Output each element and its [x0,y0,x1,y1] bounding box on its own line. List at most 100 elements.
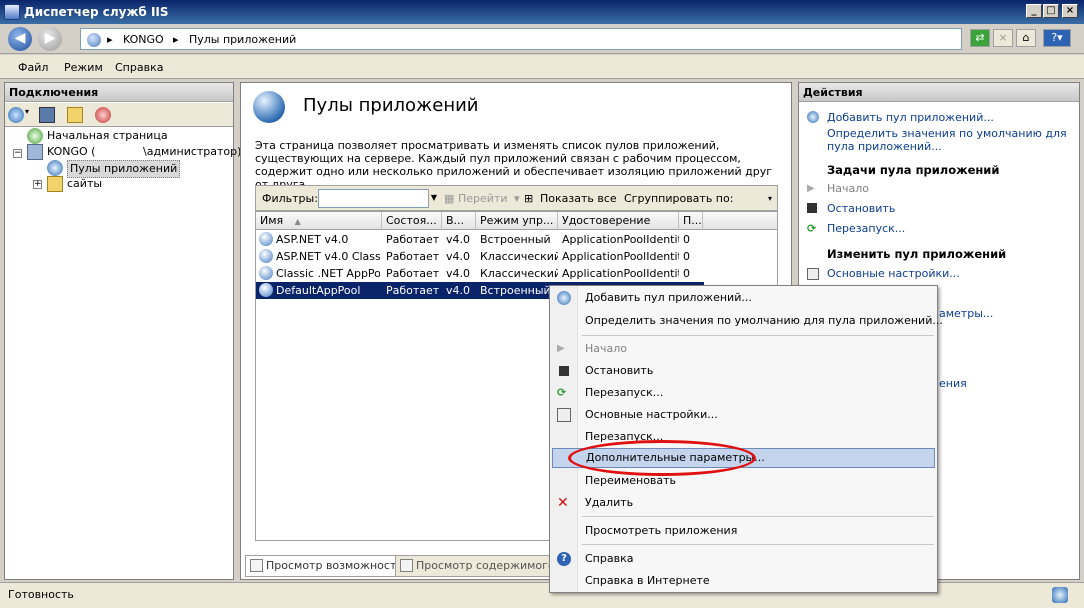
disconnect-icon[interactable] [95,107,111,123]
cell-status: Работает [386,233,440,246]
delete-icon: ✕ [557,495,569,511]
start-icon: ▶ [807,183,815,194]
save-icon[interactable] [39,107,55,123]
back-button[interactable]: ◀ [8,27,32,51]
server-icon [87,33,101,47]
scroll-down-icon[interactable]: ▾ [768,194,772,203]
column-applications[interactable]: П... [679,212,703,230]
go-icon: ▦ [444,192,455,205]
stop-icon[interactable]: × [993,29,1013,47]
connect-icon[interactable] [8,107,24,123]
recycle-icon: ⟳ [557,386,567,399]
collapse-server-toggle[interactable]: − [13,149,22,158]
grid-header: Имя ▲ Состоя... В... Режим упр... Удосто… [256,212,777,230]
address-field[interactable]: ▸ KONGO ▸ Пулы приложений [80,28,962,50]
tab-content-view[interactable]: Просмотр содержимого [395,555,560,577]
column-status[interactable]: Состоя... [382,212,442,230]
app-pool-icon [259,283,273,297]
ctx-start[interactable]: ▶ Начало [552,339,935,359]
expand-sites-toggle[interactable]: + [33,180,42,189]
features-view-icon [250,559,263,572]
folder-icon[interactable] [67,107,83,123]
cell-name: Classic .NET AppPool [276,267,380,280]
action-add-pool[interactable]: Добавить пул приложений... [827,111,994,124]
cell-mode: Встроенный [480,233,551,246]
ctx-view-apps[interactable]: Просмотреть приложения [552,521,935,541]
page-title: Пулы приложений [303,95,479,116]
show-all-button[interactable]: Показать все [540,192,617,205]
ctx-online-help[interactable]: Справка в Интернете [552,571,935,591]
cell-apps: 0 [683,250,690,263]
cell-name: ASP.NET v4.0 Classic [276,250,380,263]
ctx-rename[interactable]: Переименовать [552,471,935,491]
menu-file[interactable]: Файл [18,61,48,74]
column-identity[interactable]: Удостоверение [558,212,679,230]
go-button[interactable]: Перейти [458,192,508,205]
column-version[interactable]: В... [442,212,476,230]
action-start[interactable]: Начало [827,182,869,195]
forward-button[interactable]: ▶ [38,27,62,51]
menu-separator [582,335,934,336]
minimize-button[interactable]: _ [1026,4,1042,18]
action-recycle[interactable]: Перезапуск... [827,222,905,235]
help-icon[interactable]: ?▾ [1043,29,1071,47]
status-text: Готовность [8,588,74,601]
breadcrumb-server[interactable]: KONGO [123,33,164,46]
table-row[interactable]: ASP.NET v4.0 Classic Работает v4.0 Классиче… [256,248,704,265]
action-basic-settings[interactable]: Основные настройки... [827,267,960,280]
tab-features-view[interactable]: Просмотр возможностей [245,555,416,577]
actions-header: Действия [799,83,1079,102]
window-title: Диспетчер служб IIS [24,5,169,19]
server-icon [27,144,43,160]
home-icon[interactable]: ⌂ [1016,29,1036,47]
column-pipeline-mode[interactable]: Режим упр... [476,212,558,230]
cell-status: Работает [386,267,440,280]
ctx-help[interactable]: ? Справка [552,549,935,569]
ctx-remove[interactable]: ✕ Удалить [552,493,935,513]
action-view-apps[interactable]: ения [939,377,967,390]
action-stop[interactable]: Остановить [827,202,895,215]
filter-dropdown-icon[interactable]: ▼ [428,189,439,208]
breadcrumb-app-pools[interactable]: Пулы приложений [189,33,296,46]
help-icon: ? [557,552,571,566]
table-row[interactable]: Classic .NET AppPool Работает v4.0 Классиче… [256,265,704,282]
connections-header: Подключения [5,83,233,102]
column-name[interactable]: Имя ▲ [256,212,382,230]
page-description: Эта страница позволяет просматривать и и… [255,139,773,191]
cell-mode: Классический [480,250,558,263]
ctx-add-pool[interactable]: Добавить пул приложений... [552,288,935,308]
app-pool-icon [259,249,273,263]
basic-settings-icon [807,268,819,280]
menu-view[interactable]: Режим [64,61,103,74]
chevron-right-icon: ▸ [107,33,113,46]
start-icon: ▶ [557,343,565,354]
filter-bar: Фильтры: ▼ ▦ Перейти ▾ ⊞ Показать все Сг… [255,185,778,211]
action-set-defaults[interactable]: Определить значения по умолчанию для пул… [827,127,1077,153]
close-button[interactable]: × [1062,4,1078,18]
chevron-right-icon: ▸ [173,33,179,46]
cell-version: v4.0 [446,250,471,263]
ctx-recycle[interactable]: ⟳ Перезапуск... [552,383,935,403]
refresh-connections-icon[interactable]: ⇄ [970,29,990,47]
cell-status: Работает [386,250,440,263]
action-advanced-settings[interactable]: аметры... [939,307,993,320]
group-by-label[interactable]: Сгруппировать по: [624,192,733,205]
cell-version: v4.0 [446,267,471,280]
ctx-set-defaults[interactable]: Определить значения по умолчанию для пул… [552,311,943,331]
iis-app-icon [4,4,20,20]
recycle-icon: ⟳ [807,222,817,235]
add-pool-icon [807,111,819,123]
ctx-stop[interactable]: Остановить [552,361,935,381]
cell-name: ASP.NET v4.0 [276,233,349,246]
menu-bar: Файл Режим Справка [0,55,1084,79]
filter-input[interactable] [318,189,438,208]
maximize-button[interactable]: □ [1043,4,1059,18]
app-pool-icon [259,266,273,280]
ctx-basic-settings[interactable]: Основные настройки... [552,405,935,425]
app-pools-icon [47,160,63,176]
menu-help[interactable]: Справка [115,61,163,74]
sites-folder-icon [47,176,63,192]
edit-pool-heading: Изменить пул приложений [827,247,1007,261]
address-bar: ◀ ▶ ▸ KONGO ▸ Пулы приложений ⇄ × ⌂ ?▾ [0,24,1084,54]
table-row[interactable]: ASP.NET v4.0 Работает v4.0 Встроенный Applic… [256,231,704,248]
